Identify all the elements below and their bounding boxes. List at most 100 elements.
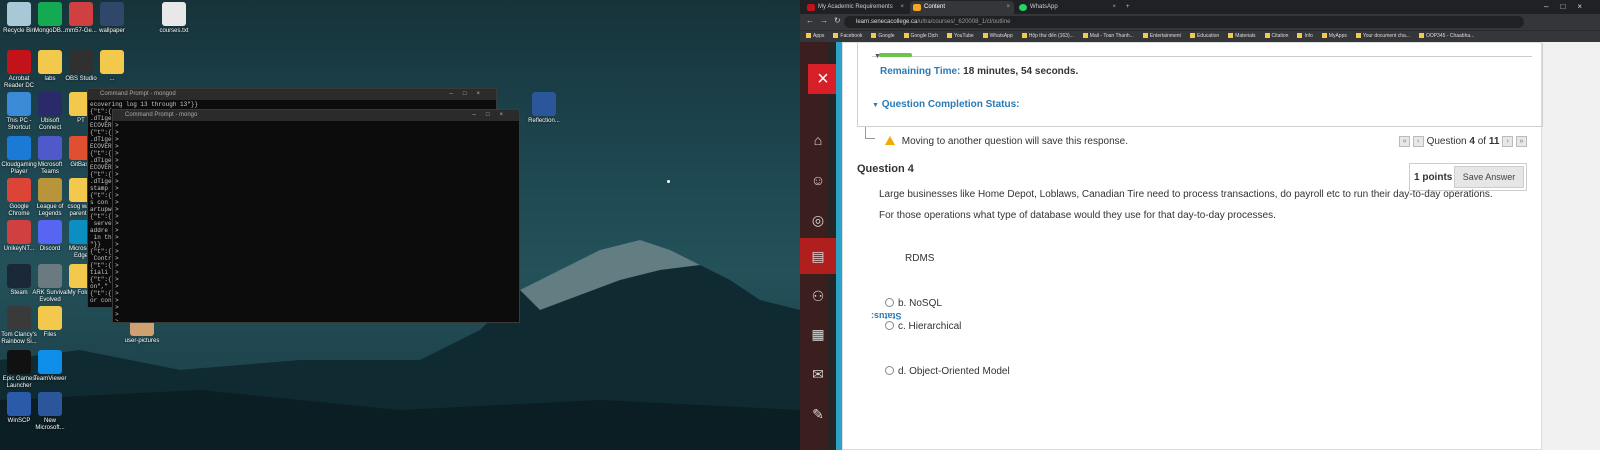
current-question: 4 (1469, 136, 1475, 148)
cmd-titlebar[interactable]: Command Prompt - mongo –□× (113, 110, 519, 121)
desktop-icon-label: Files (43, 332, 57, 338)
desktop-icon-image (7, 306, 31, 330)
nav-buttons[interactable]: ←→↻ (806, 16, 847, 25)
tab-label: WhatsApp (1030, 4, 1058, 10)
close-icon[interactable]: × (1006, 1, 1010, 14)
last-question-icon[interactable]: » (1516, 136, 1527, 147)
desktop-icon[interactable]: Files (30, 306, 70, 339)
bookmark-label: Materials (1235, 33, 1256, 39)
bookmark-item[interactable]: Citation (1264, 33, 1288, 39)
bookmark-icon (1264, 33, 1270, 39)
option-b[interactable]: b. NoSQL (885, 298, 942, 309)
bookmark-item[interactable]: Education (1189, 33, 1219, 39)
desktop-icon-image (7, 136, 31, 160)
bookmark-item[interactable]: Facebook (833, 33, 862, 39)
tab-whatsapp[interactable]: WhatsApp × (1016, 1, 1120, 14)
desktop-icon-image (38, 50, 62, 74)
bookmark-icon (1321, 33, 1327, 39)
window-controls[interactable]: –□× (1544, 0, 1594, 14)
profile-icon[interactable]: ☺ (808, 170, 828, 190)
browser-window: My Academic Requirements × Content × Wha… (800, 0, 1600, 450)
window-controls[interactable]: –□× (450, 89, 490, 100)
bookmark-item[interactable]: Info (1297, 33, 1313, 39)
desktop-icon-image (100, 2, 124, 26)
tab-content[interactable]: Content × (910, 1, 1014, 14)
first-question-icon[interactable]: « (1399, 136, 1411, 147)
radio-b[interactable] (885, 298, 894, 307)
option-a-label[interactable]: RDMS (905, 253, 934, 264)
calendar-icon[interactable]: ▦ (808, 324, 828, 344)
collapse-icon[interactable]: ▼ (874, 53, 881, 60)
groups-icon[interactable]: ⚇ (808, 286, 828, 306)
desktop-icon[interactable]: ... (92, 50, 132, 83)
tab-bar: My Academic Requirements × Content × Wha… (800, 0, 1600, 14)
remaining-label: Remaining Time: (880, 66, 961, 77)
desktop-icon[interactable]: TeamViewer (30, 350, 70, 383)
option-d[interactable]: d. Object-Oriented Model (885, 366, 1010, 377)
bookmark-item[interactable]: Mail - Toan Thanh... (1082, 33, 1134, 39)
tab-academic[interactable]: My Academic Requirements × (804, 1, 908, 14)
new-tab-button[interactable]: + (1122, 1, 1138, 14)
cmd-output: > > > > > > > > > > > > > > > > > > > > … (115, 122, 119, 321)
bookmark-item[interactable]: WhatsApp (982, 33, 1013, 39)
desktop-icon-image (7, 92, 31, 116)
bookmark-item[interactable]: Entertainment (1142, 33, 1181, 39)
window-controls[interactable]: –□× (473, 110, 513, 121)
bookmark-icon (1418, 33, 1424, 39)
desktop-icon[interactable]: Reflection... (524, 92, 564, 125)
institution-icon[interactable]: ⌂ (808, 130, 828, 150)
desktop-icon-image (38, 136, 62, 160)
bookmark-item[interactable]: Apps (806, 33, 824, 39)
bookmark-icon (982, 33, 988, 39)
desktop-icon[interactable]: New Microsoft... (30, 392, 70, 432)
globe-icon[interactable]: ◎ (808, 210, 828, 230)
bookmark-item[interactable]: Google (871, 33, 895, 39)
question-text-line1: Large businesses like Home Depot, Loblaw… (879, 189, 1493, 200)
messages-icon[interactable]: ✉ (808, 364, 828, 384)
completion-status-toggle[interactable]: ▼ Question Completion Status: (872, 99, 1020, 110)
bookmark-label: Entertainment (1149, 33, 1181, 39)
bookmark-item[interactable]: YouTube (947, 33, 974, 39)
desktop-icon-image (100, 50, 124, 74)
close-icon[interactable]: × (900, 1, 904, 14)
desktop-icon[interactable]: courses.txt (154, 2, 194, 35)
next-question-icon[interactable]: › (1502, 136, 1514, 147)
cmd-titlebar[interactable]: Command Prompt - mongod –□× (88, 89, 496, 100)
desktop-icon-label: wallpaper (99, 28, 125, 34)
radio-d[interactable] (885, 366, 894, 375)
star-dot (667, 180, 670, 183)
url-field[interactable]: learn.senecacollege.ca/ultra/courses/_62… (844, 16, 1524, 28)
bookmark-item[interactable]: Your document cha... (1355, 33, 1410, 39)
close-button[interactable]: × (808, 64, 838, 94)
option-c[interactable]: c. Hierarchical (885, 321, 961, 332)
bookmark-item[interactable]: Google Dịch (903, 33, 938, 39)
bookmark-icon (833, 33, 839, 39)
courses-icon[interactable]: ▤ (808, 246, 828, 266)
bookmark-item[interactable]: Hộp thư đến (163)... (1021, 33, 1074, 39)
option-d-label: d. Object-Oriented Model (898, 366, 1010, 377)
bookmark-icon (903, 33, 909, 39)
desktop-icon-label: courses.txt (159, 28, 189, 34)
grades-icon[interactable]: ✎ (808, 404, 828, 424)
option-c-label: c. Hierarchical (898, 321, 962, 332)
radio-c[interactable] (885, 321, 894, 330)
chevron-down-icon: ▼ (872, 102, 879, 109)
desktop-icon-image (38, 350, 62, 374)
bookmark-label: Google (878, 33, 895, 39)
bookmark-item[interactable]: OOP345 - Chaabha... (1418, 33, 1474, 39)
tab-label: Content (924, 4, 946, 10)
bookmark-item[interactable]: Materials (1228, 33, 1256, 39)
progress-track (872, 53, 1532, 57)
prev-question-icon[interactable]: ‹ (1412, 136, 1424, 147)
bookmark-label: Info (1304, 33, 1313, 39)
close-icon[interactable]: × (1112, 1, 1116, 14)
desktop-icon-image (38, 220, 62, 244)
warning-text: Moving to another question will save thi… (901, 136, 1129, 147)
points-box: 1 points Save Answer (1409, 163, 1527, 191)
cmd-window-mongo[interactable]: Command Prompt - mongo –□× > > > > > > >… (112, 109, 520, 323)
bookmark-item[interactable]: MyApps (1321, 33, 1347, 39)
bookmark-icon (1189, 33, 1195, 39)
save-answer-button[interactable]: Save Answer (1454, 166, 1524, 188)
desktop-icon[interactable]: wallpaper (92, 2, 132, 35)
desktop-icon-image (162, 2, 186, 26)
